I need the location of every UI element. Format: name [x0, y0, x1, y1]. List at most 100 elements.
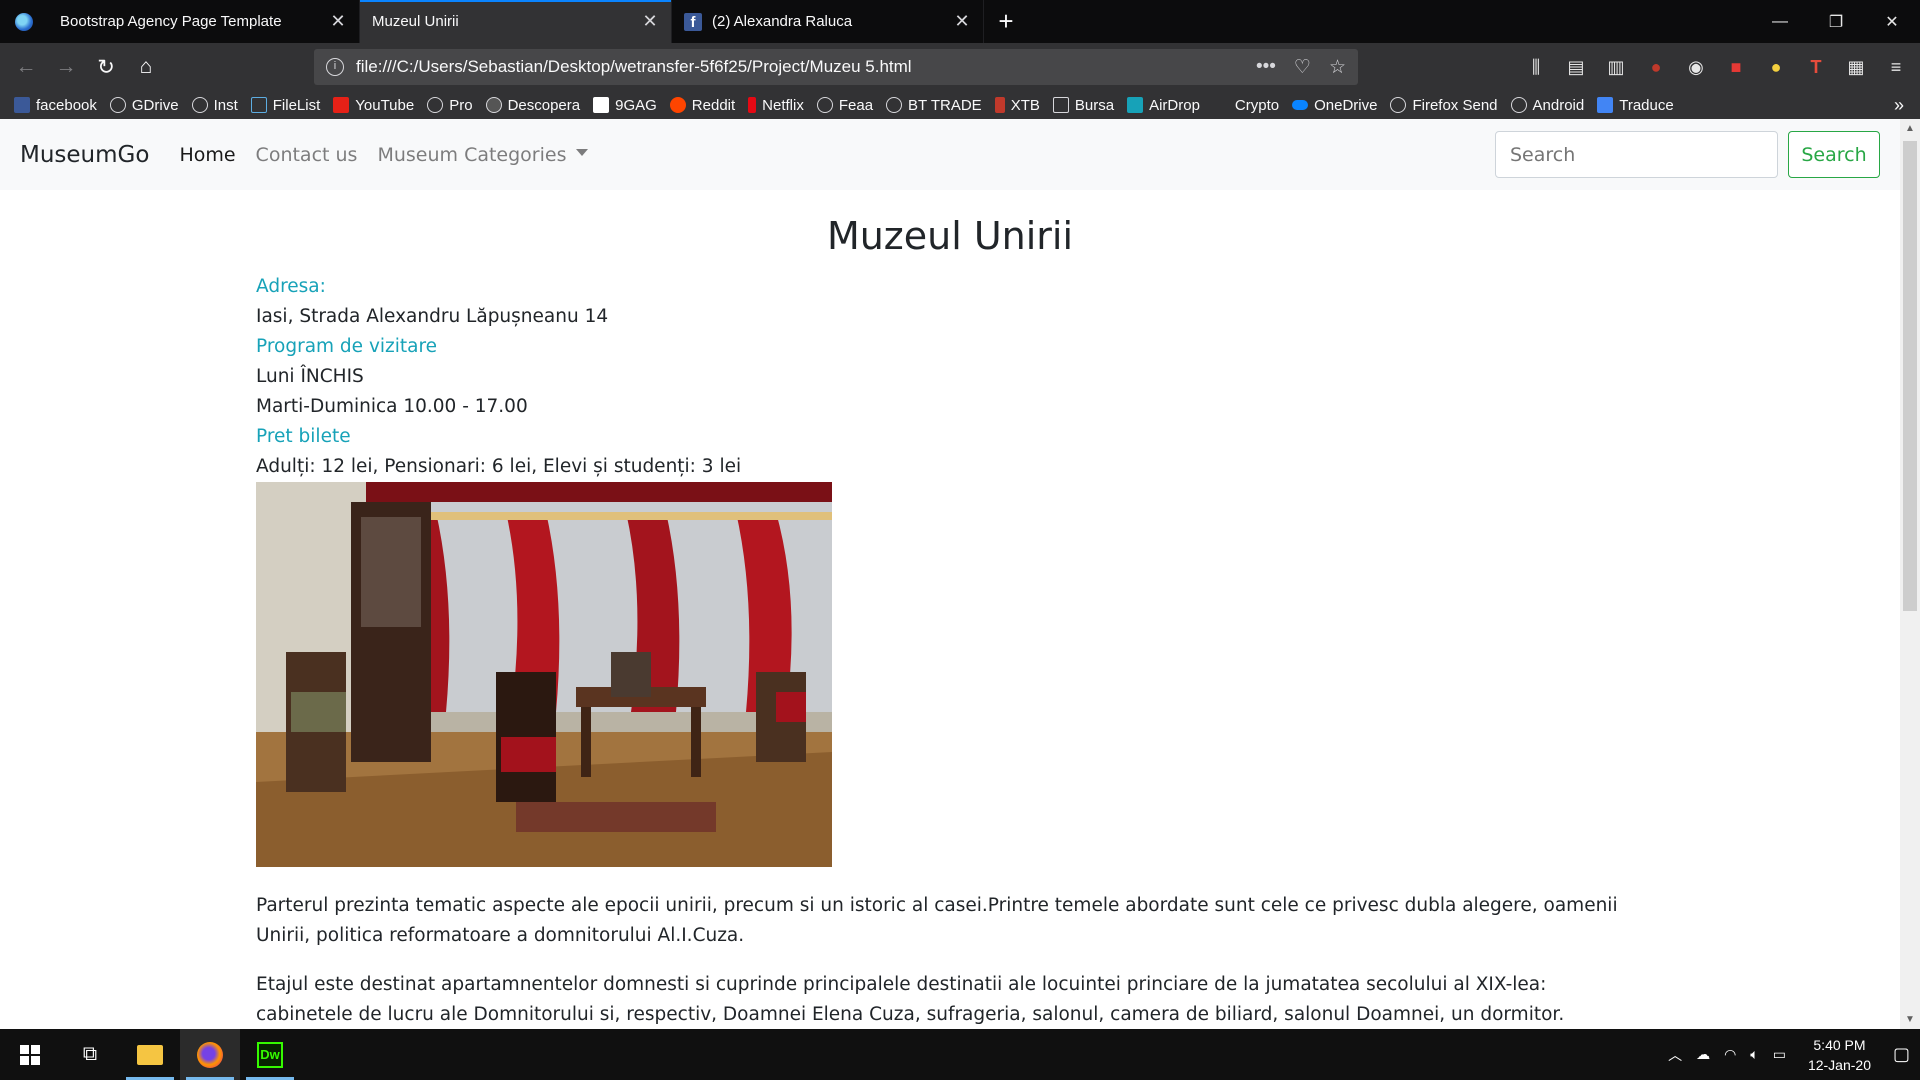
filelist-icon [250, 97, 267, 113]
extension-yellow-icon[interactable]: ● [1758, 57, 1794, 78]
close-icon[interactable]: ✕ [329, 11, 347, 32]
facebook-icon: f [684, 12, 702, 31]
bookmark-youtube[interactable]: YouTube [333, 97, 414, 114]
firefox-icon [197, 1041, 223, 1068]
firefox-taskbar-button[interactable] [180, 1029, 240, 1080]
bookmark-bt-trade[interactable]: BT TRADE [886, 97, 982, 114]
site-info-icon[interactable]: i [326, 58, 344, 76]
bookmark-pro[interactable]: Pro [427, 96, 473, 114]
bookmark-android[interactable]: Android [1510, 97, 1584, 114]
address-bar[interactable]: i file:///C:/Users/Sebastian/Desktop/wet… [314, 49, 1358, 85]
bookmark-facebook[interactable]: facebook [14, 97, 97, 114]
notifications-icon[interactable]: ▢ [1893, 1044, 1910, 1065]
globe-icon [427, 97, 444, 113]
bookmark-label: Inst [213, 96, 238, 114]
scrollbar-thumb[interactable] [1903, 141, 1917, 611]
sidebar-icon[interactable]: ▤ [1558, 57, 1594, 78]
url-text[interactable]: file:///C:/Users/Sebastian/Desktop/wetra… [356, 57, 1256, 77]
volume-icon[interactable]: 🔈︎ [1750, 1046, 1758, 1063]
globe-icon [1510, 97, 1527, 113]
tab-title: Bootstrap Agency Page Template [60, 13, 282, 30]
bookmark-xtb[interactable]: XTB [994, 97, 1040, 114]
wifi-icon[interactable]: ◠ [1724, 1046, 1736, 1063]
close-window-button[interactable]: ✕ [1864, 0, 1920, 43]
folder-icon [137, 1044, 163, 1065]
extensions-icon[interactable]: ▦ [1838, 57, 1874, 78]
bookmark-bursa[interactable]: Bursa [1052, 97, 1114, 114]
account-icon[interactable]: ◉ [1678, 57, 1714, 78]
containers-icon[interactable]: ▥ [1598, 57, 1634, 78]
bookmark-9gag[interactable]: 9GAG [593, 97, 657, 114]
schedule-monday: Luni ÎNCHIS [256, 366, 364, 387]
more-bookmarks-icon[interactable]: » [1894, 95, 1904, 116]
bookmark-descopera[interactable]: Descopera [485, 97, 580, 114]
taskbar-clock[interactable]: 5:40 PM 12-Jan-20 [1808, 1035, 1871, 1075]
search-button[interactable]: Search [1788, 131, 1880, 178]
bookmark-reddit[interactable]: Reddit [669, 97, 735, 114]
bookmark-inst[interactable]: Inst [191, 96, 238, 114]
bookmark-filelist[interactable]: FileList [250, 97, 320, 114]
bookmark-crypto[interactable]: Crypto [1213, 97, 1279, 114]
menu-icon[interactable]: ≡ [1878, 57, 1914, 78]
back-button[interactable]: ← [6, 47, 46, 87]
extension-t-icon[interactable]: T [1798, 57, 1834, 78]
pocket-icon[interactable]: ♡ [1294, 56, 1311, 79]
bookmark-label: OneDrive [1314, 96, 1378, 114]
tab-muzeul-unirii[interactable]: Muzeul Unirii ✕ [360, 0, 672, 43]
airdrop-icon [1127, 97, 1144, 113]
file-explorer-button[interactable] [120, 1029, 180, 1080]
scroll-up-icon[interactable]: ▲ [1900, 123, 1920, 134]
nav-home[interactable]: Home [179, 144, 235, 166]
home-button[interactable]: ⌂ [126, 47, 166, 87]
folder-icon [1052, 97, 1069, 113]
windows-taskbar: ⧉ Dw ︿ ☁ ◠ 🔈︎ ▭ 5:40 PM 12-Jan-20 ▢ [0, 1029, 1920, 1080]
site-brand[interactable]: MuseumGo [20, 142, 149, 168]
address-value: Iasi, Strada Alexandru Lăpușneanu 14 [256, 306, 609, 327]
bookmark-airdrop[interactable]: AirDrop [1127, 97, 1200, 114]
scroll-down-icon[interactable]: ▼ [1900, 1014, 1920, 1025]
tab-bootstrap-agency[interactable]: Bootstrap Agency Page Template ✕ [48, 0, 360, 43]
schedule-label: Program de vizitare [256, 336, 438, 357]
museum-content: Muzeul Unirii Adresa: Iasi, Strada Alexa… [0, 190, 1900, 1029]
page-actions-icon[interactable]: ••• [1256, 56, 1276, 79]
cloud-icon [1292, 100, 1309, 110]
globe-icon [1390, 97, 1407, 113]
bookmark-gdrive[interactable]: GDrive [109, 97, 179, 114]
library-icon[interactable]: ⫼ [1518, 57, 1554, 78]
dreamweaver-icon: Dw [257, 1041, 283, 1068]
bookmark-feaa[interactable]: Feaa [816, 97, 873, 114]
start-button[interactable] [0, 1029, 60, 1080]
bookmark-firefox-send[interactable]: Firefox Send [1390, 97, 1498, 114]
globe-icon [886, 97, 903, 113]
new-tab-button[interactable]: + [984, 0, 1028, 43]
bookmark-onedrive[interactable]: OneDrive [1292, 97, 1377, 114]
forward-button[interactable]: → [46, 47, 86, 87]
ublock-icon[interactable]: ● [1638, 57, 1674, 78]
chevron-up-icon[interactable]: ︿ [1668, 1045, 1682, 1065]
reload-button[interactable]: ↻ [86, 47, 126, 87]
nav-museum-categories[interactable]: Museum Categories [377, 144, 589, 166]
search-input[interactable] [1495, 131, 1778, 178]
bookmark-star-icon[interactable]: ☆ [1329, 56, 1346, 79]
description-paragraph-2: Etajul este destinat apartamnentelor dom… [256, 974, 1565, 1025]
bookmark-traduce[interactable]: Traduce [1597, 97, 1674, 114]
page-scrollbar[interactable]: ▲ ▼ [1900, 119, 1920, 1029]
close-icon[interactable]: ✕ [953, 11, 971, 32]
translate-icon [1597, 97, 1614, 113]
bookmark-netflix[interactable]: Netflix [748, 97, 804, 114]
nav-contact[interactable]: Contact us [256, 144, 358, 166]
bookmark-label: Pro [449, 96, 473, 114]
restore-button[interactable]: ❐ [1808, 0, 1864, 43]
dreamweaver-taskbar-button[interactable]: Dw [240, 1029, 300, 1080]
minimize-button[interactable]: — [1752, 0, 1808, 43]
tab-facebook[interactable]: f (2) Alexandra Raluca ✕ [672, 0, 984, 43]
onedrive-cloud-icon[interactable]: ☁ [1696, 1046, 1710, 1063]
chevron-down-icon [576, 148, 589, 156]
battery-icon[interactable]: ▭ [1773, 1046, 1786, 1063]
browser-menu-button[interactable] [0, 0, 48, 43]
task-view-button[interactable]: ⧉ [60, 1029, 120, 1080]
close-icon[interactable]: ✕ [641, 11, 659, 32]
clock-time: 5:40 PM [1813, 1036, 1866, 1053]
tab-title: (2) Alexandra Raluca [712, 13, 853, 30]
extension-red-icon[interactable]: ■ [1718, 57, 1754, 78]
